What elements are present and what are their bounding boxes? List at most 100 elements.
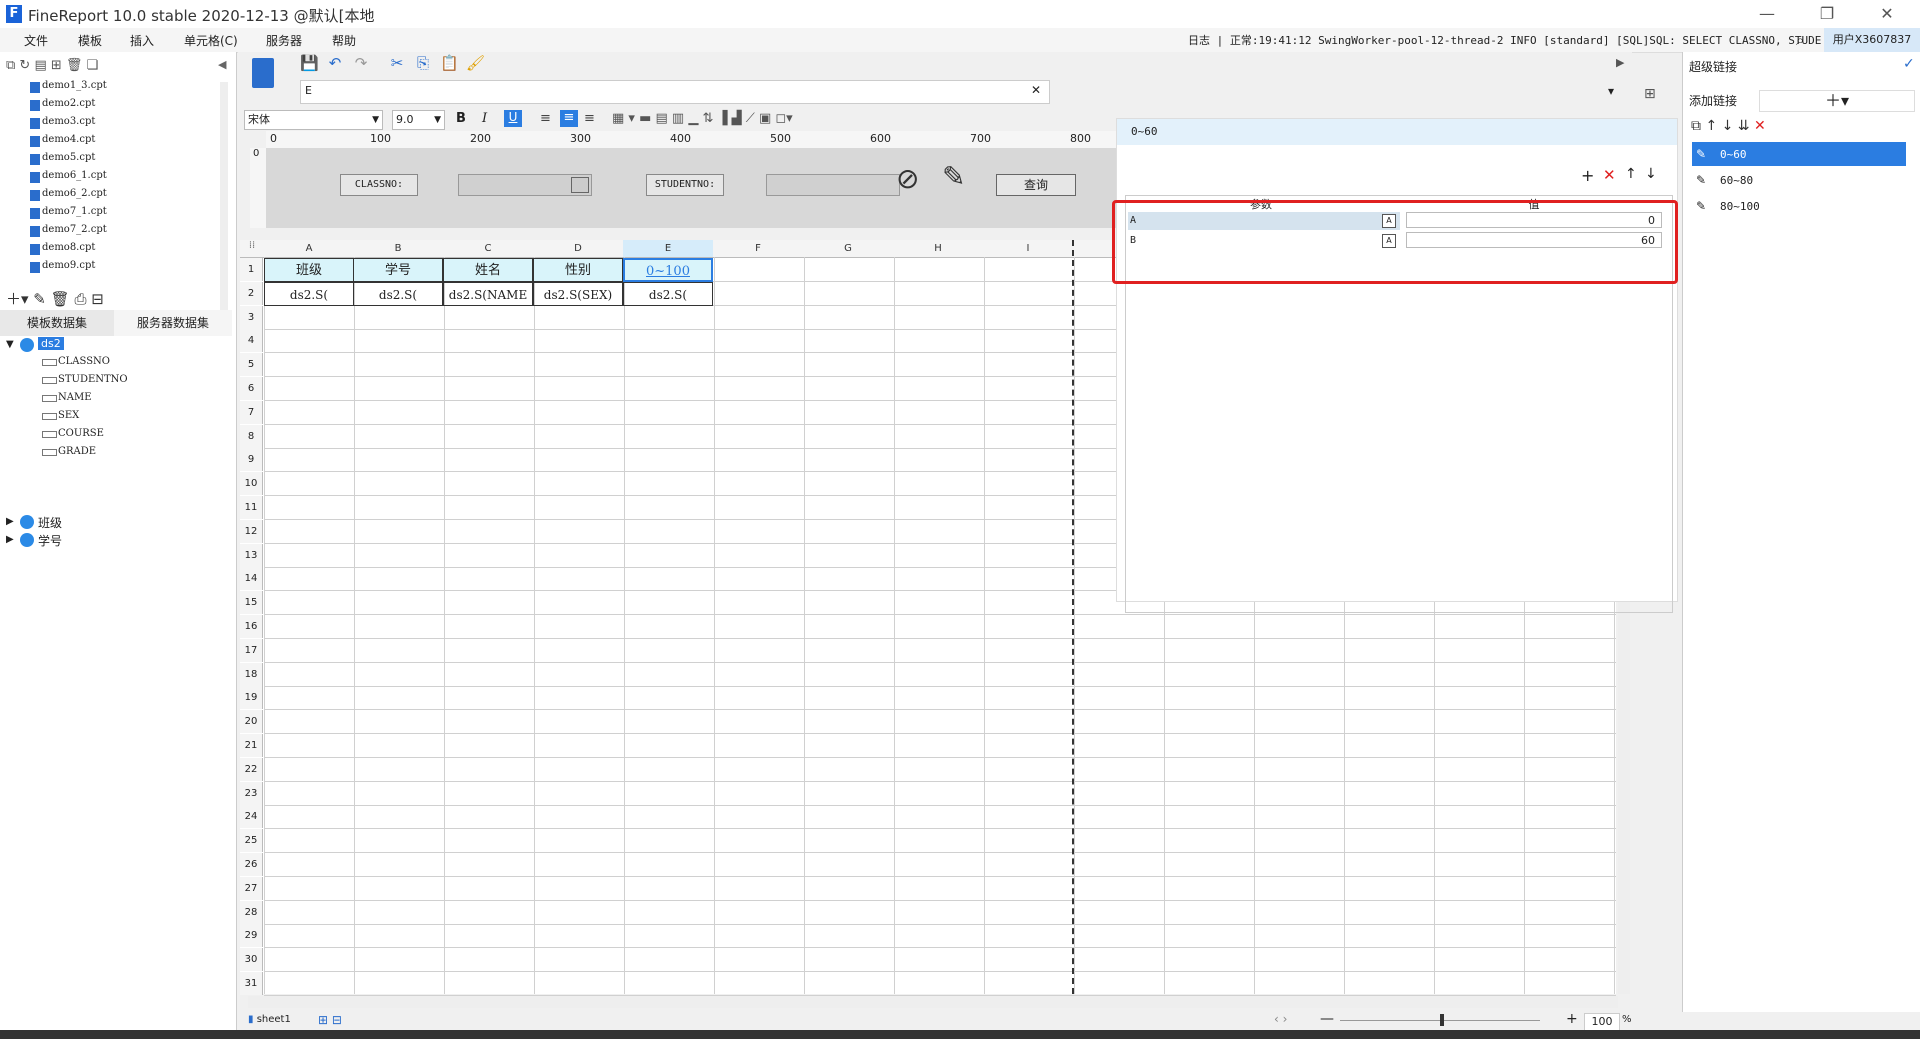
cell-r2-D[interactable]: ds2.S(SEX)	[533, 282, 623, 306]
cell-r1-D[interactable]: 性别	[533, 258, 623, 282]
add-sheet-icon[interactable]: ⊞ ⊟	[318, 1013, 342, 1027]
column-header-D[interactable]: D	[533, 240, 623, 257]
hyperlink-toolbar[interactable]: ⧉ ↑ ↓ ⇊ ✕	[1691, 118, 1766, 134]
template-file-item[interactable]: demo7_2.cpt	[42, 224, 107, 235]
row-header-18[interactable]: 18	[240, 662, 263, 686]
classno-input[interactable]	[458, 174, 592, 196]
row-header-10[interactable]: 10	[240, 472, 263, 496]
dataset-field[interactable]: NAME	[58, 392, 92, 403]
template-file-item[interactable]: demo1_3.cpt	[42, 80, 107, 91]
zoom-slider-handle[interactable]	[1440, 1014, 1444, 1026]
cell-r2-A[interactable]: ds2.S(	[264, 282, 354, 306]
more-format-icons[interactable]: ▦ ▾ ▬ ▤ ▥ ▁ ⇅ ▐ ▟ ⟋ ▣ ◻▾	[612, 111, 793, 126]
close-button[interactable]: ✕	[1872, 3, 1902, 25]
row-header-24[interactable]: 24	[240, 805, 263, 829]
menu-template[interactable]: 模板	[78, 32, 102, 49]
sheet-tab[interactable]: ▮ sheet1	[248, 1014, 291, 1025]
menu-server[interactable]: 服务器	[266, 32, 302, 49]
column-header-C[interactable]: C	[443, 240, 533, 257]
menu-cell[interactable]: 单元格(C)	[184, 32, 238, 49]
expand-icon[interactable]: ▶	[6, 516, 14, 527]
dataset-field[interactable]: SEX	[58, 410, 79, 421]
dataset-field[interactable]: GRADE	[58, 446, 96, 457]
font-combo[interactable]: 宋体 ▼	[244, 110, 383, 130]
dataset-studentno[interactable]: 学号	[38, 532, 62, 549]
row-header-9[interactable]: 9	[240, 448, 263, 472]
row-header-23[interactable]: 23	[240, 781, 263, 805]
row-header-2[interactable]: 2	[240, 281, 263, 305]
cut-icon[interactable]: ✂	[388, 54, 406, 72]
tab-template-dataset[interactable]: 模板数据集	[0, 310, 114, 336]
move-up-icon[interactable]: ↑	[1625, 166, 1637, 182]
layout-icon[interactable]: ⊞	[1644, 86, 1656, 102]
collapse-left-icon[interactable]: ◀	[218, 58, 226, 71]
horizontal-scrollbar[interactable]	[248, 996, 1618, 1008]
hide-param-icon[interactable]: ⊘	[896, 162, 919, 195]
check-icon[interactable]: ✓	[1903, 56, 1915, 72]
font-size-combo[interactable]: 9.0 ▼	[392, 110, 445, 130]
row-header-14[interactable]: 14	[240, 567, 263, 591]
zoom-value[interactable]: 100	[1584, 1013, 1620, 1031]
cell-r1-C[interactable]: 姓名	[443, 258, 533, 282]
row-header-6[interactable]: 6	[240, 377, 263, 400]
dataset-ds2[interactable]: ds2	[38, 337, 64, 350]
hyperlink-item[interactable]: ✎ 80~100	[1692, 194, 1906, 218]
menu-insert[interactable]: 插入	[130, 32, 154, 49]
row-header-25[interactable]: 25	[240, 829, 263, 853]
search-icon[interactable]: ⌕	[1796, 31, 1804, 49]
menu-file[interactable]: 文件	[24, 32, 48, 49]
menu-help[interactable]: 帮助	[332, 32, 356, 49]
log-bar[interactable]: 日志 | 正常:19:41:12 SwingWorker-pool-12-thr…	[1188, 32, 1841, 48]
dataset-field[interactable]: COURSE	[58, 428, 104, 439]
column-header-H[interactable]: H	[893, 240, 983, 257]
row-header-13[interactable]: 13	[240, 543, 263, 567]
row-header-22[interactable]: 22	[240, 757, 263, 781]
row-header-3[interactable]: 3	[240, 305, 263, 329]
redo-icon[interactable]: ↷	[352, 54, 370, 72]
restore-button[interactable]: ❐	[1812, 3, 1842, 25]
template-file-item[interactable]: demo9.cpt	[42, 260, 95, 271]
format-painter-icon[interactable]: 🖌	[466, 54, 485, 72]
column-header-I[interactable]: I	[983, 240, 1073, 257]
dataset-field[interactable]: STUDENTNO	[58, 374, 128, 385]
row-header-7[interactable]: 7	[240, 400, 263, 424]
save-icon[interactable]: 💾	[300, 54, 319, 72]
row-header-30[interactable]: 30	[240, 948, 263, 972]
new-report-icon[interactable]	[252, 58, 274, 88]
row-header-29[interactable]: 29	[240, 924, 263, 948]
italic-button[interactable]: I	[482, 111, 487, 126]
dataset-field[interactable]: CLASSNO	[58, 356, 110, 367]
row-header-17[interactable]: 17	[240, 638, 263, 662]
row-header-5[interactable]: 5	[240, 353, 263, 377]
row-header-28[interactable]: 28	[240, 900, 263, 924]
row-header-4[interactable]: 4	[240, 329, 263, 353]
minimize-button[interactable]: —	[1752, 3, 1782, 25]
expand-icon[interactable]: ▶	[6, 534, 14, 545]
bold-button[interactable]: B	[456, 111, 466, 126]
template-file-item[interactable]: demo2.cpt	[42, 98, 95, 109]
row-header-26[interactable]: 26	[240, 853, 263, 876]
cell-r1-E[interactable]: 0~100	[623, 258, 713, 282]
row-header-15[interactable]: 15	[240, 591, 263, 615]
template-file-item[interactable]: demo4.cpt	[42, 134, 95, 145]
row-header-8[interactable]: 8	[240, 424, 263, 448]
left-toolbar-icons[interactable]: ⧉ ↻ ▤ ⊞ 🗑 ❏	[6, 58, 98, 73]
dataset-class[interactable]: 班级	[38, 514, 62, 531]
underline-button[interactable]: U	[504, 110, 522, 127]
select-all-icon[interactable]: ⁞⁞	[242, 240, 262, 257]
add-link-button[interactable]: ＋▾	[1759, 90, 1915, 112]
hyperlink-item[interactable]: ✎ 0~60	[1692, 142, 1906, 166]
undo-icon[interactable]: ↶	[326, 54, 344, 72]
template-file-item[interactable]: demo7_1.cpt	[42, 206, 107, 217]
template-scrollbar[interactable]	[220, 82, 228, 322]
dataset-toolbar[interactable]: ＋▾ ✎ 🗑 ⎙ ⊟	[6, 288, 104, 309]
column-header-E[interactable]: E	[623, 240, 713, 257]
row-header-27[interactable]: 27	[240, 876, 263, 900]
template-file-item[interactable]: demo5.cpt	[42, 152, 95, 163]
move-down-icon[interactable]: ↓	[1645, 166, 1657, 182]
align-center-icon[interactable]: ≡	[560, 110, 578, 127]
align-left-icon[interactable]: ≡	[540, 111, 551, 126]
row-header-16[interactable]: 16	[240, 615, 263, 638]
template-file-item[interactable]: demo8.cpt	[42, 242, 95, 253]
user-label[interactable]: 用户X3607837	[1824, 28, 1920, 52]
